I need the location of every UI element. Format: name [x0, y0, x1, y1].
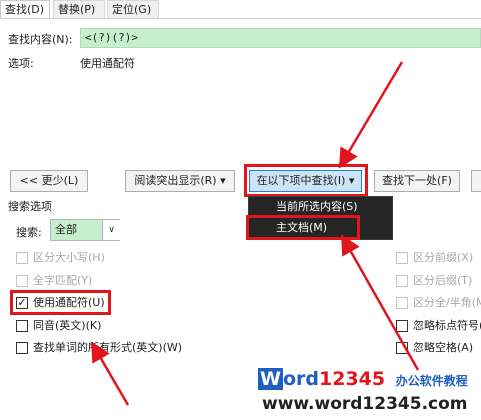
- watermark-brand: Word12345 办公软件教程: [258, 368, 468, 390]
- watermark-brand-num: 12345: [319, 368, 386, 390]
- arrow-to-main-doc: [341, 234, 420, 371]
- watermark-brand-cn: 办公软件教程: [395, 374, 468, 388]
- watermark-url: www.word12345.com: [262, 394, 468, 414]
- watermark-brand-w: W: [258, 368, 283, 390]
- watermark-brand-ord: ord: [282, 368, 319, 390]
- arrow-to-wildcards: [90, 341, 130, 406]
- arrow-to-find-in: [338, 61, 404, 169]
- annotation-arrows: [90, 61, 420, 406]
